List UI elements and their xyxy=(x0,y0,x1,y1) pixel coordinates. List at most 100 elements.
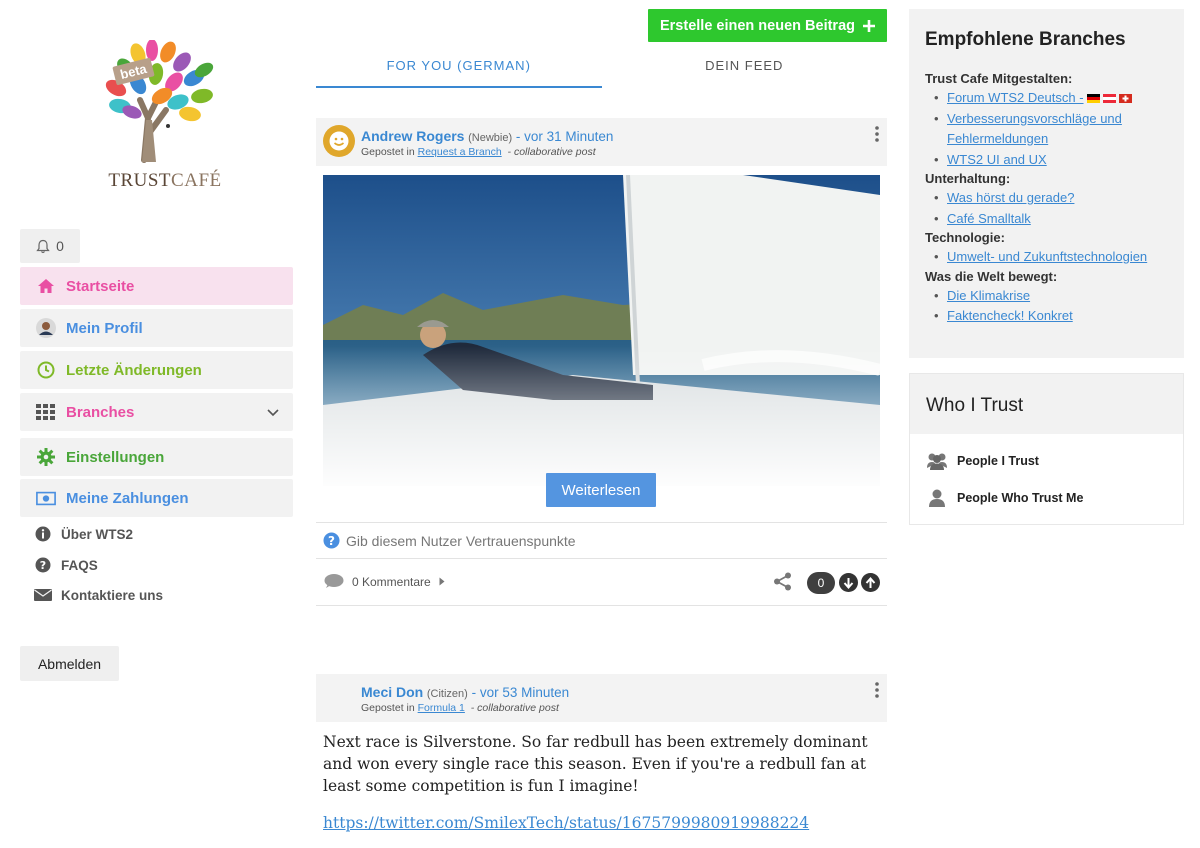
category-heading: Unterhaltung: xyxy=(925,171,1011,186)
posted-in-prefix: Gepostet in xyxy=(361,146,415,158)
branch-link[interactable]: Formula 1 xyxy=(418,702,465,714)
branch-link[interactable]: Was hörst du gerade? xyxy=(947,190,1074,205)
clock-icon xyxy=(36,360,56,380)
austria-flag-icon xyxy=(1102,94,1116,104)
bell-icon xyxy=(36,239,50,253)
separator: - xyxy=(467,685,480,700)
envelope-icon xyxy=(34,586,52,604)
branch-link[interactable]: WTS2 UI and UX xyxy=(947,152,1047,167)
post-header: Andrew Rogers (Newbie) - vor 31 Minuten … xyxy=(316,118,887,166)
branch-link[interactable]: Umwelt- und Zukunftstechnologien xyxy=(947,249,1147,264)
tab-for-you[interactable]: FOR YOU (GERMAN) xyxy=(316,50,602,88)
post-time[interactable]: vor 31 Minuten xyxy=(524,129,613,144)
panel-title: Empfohlene Branches xyxy=(925,29,1126,50)
home-icon xyxy=(36,276,56,296)
trustcafe-logo[interactable]: beta TRUSTCAFÉ xyxy=(86,40,226,191)
post-author[interactable]: Andrew Rogers xyxy=(361,128,464,144)
sidebar-item-settings[interactable]: Einstellungen xyxy=(20,438,293,476)
germany-flag-icon xyxy=(1086,94,1100,104)
sidebar-item-branches[interactable]: Branches xyxy=(20,393,293,431)
info-icon xyxy=(34,525,52,543)
caret-right-icon xyxy=(439,577,445,586)
branch-link[interactable]: Request a Branch xyxy=(418,146,502,158)
avatar-icon xyxy=(36,318,56,338)
read-more-button[interactable]: Weiterlesen xyxy=(546,473,656,507)
list-item: Was hörst du gerade? xyxy=(934,188,1168,209)
vote-score: 0 xyxy=(807,572,835,594)
switzerland-flag-icon xyxy=(1118,94,1132,104)
sidebar-item-label: Meine Zahlungen xyxy=(66,489,189,507)
sidebar-item-profile[interactable]: Mein Profil xyxy=(20,309,293,347)
posted-in: Gepostet in Formula 1 - collaborative po… xyxy=(361,702,559,714)
new-post-label: Erstelle einen neuen Beitrag xyxy=(659,17,855,34)
faqs-link-label: FAQS xyxy=(61,557,98,573)
people-i-trust-link[interactable]: People I Trust xyxy=(926,452,1039,470)
sidebar-item-label: Mein Profil xyxy=(66,319,143,337)
post-author-line: Meci Don (Citizen) - vor 53 Minuten xyxy=(361,684,569,700)
downvote-icon[interactable] xyxy=(839,573,858,592)
list-item: Umwelt- und Zukunftstechnologien xyxy=(934,247,1168,268)
branch-list: Umwelt- und Zukunftstechnologien xyxy=(934,247,1168,268)
question-icon: ? xyxy=(34,556,52,574)
posted-in-prefix: Gepostet in xyxy=(361,702,415,714)
logo-word-cafe: CAFÉ xyxy=(171,170,222,191)
upvote-icon[interactable] xyxy=(861,573,880,592)
logo-word-trust: TRUST xyxy=(108,170,172,191)
post-author-line: Andrew Rogers (Newbie) - vor 31 Minuten xyxy=(361,128,613,144)
share-icon[interactable] xyxy=(773,572,792,596)
author-rank: (Newbie) xyxy=(468,132,513,144)
svg-text:?: ? xyxy=(328,534,335,548)
list-item: Forum WTS2 Deutsch - xyxy=(934,88,1168,109)
more-options-icon[interactable] xyxy=(875,126,879,147)
contact-link-label: Kontaktiere uns xyxy=(61,587,164,603)
feed-tabs: FOR YOU (GERMAN) DEIN FEED xyxy=(316,50,887,88)
avatar[interactable] xyxy=(323,125,355,157)
branch-list: Was hörst du gerade? Café Smalltalk xyxy=(934,188,1168,230)
people-who-trust-me-link[interactable]: People Who Trust Me xyxy=(926,489,1083,507)
contact-link[interactable]: Kontaktiere uns xyxy=(34,586,163,604)
author-rank: (Citizen) xyxy=(426,688,468,700)
who-i-trust-panel: Who I Trust People I Trust People Who Tr… xyxy=(909,373,1184,525)
category-heading: Was die Welt bewegt: xyxy=(925,268,1058,284)
comments-toggle[interactable]: 0 Kommentare xyxy=(323,573,445,590)
give-trust-row[interactable]: ? Gib diesem Nutzer Vertrauenspunkte xyxy=(316,522,887,559)
people-who-trust-me-label: People Who Trust Me xyxy=(957,491,1084,505)
chevron-down-icon[interactable] xyxy=(267,404,279,421)
sailing-photo xyxy=(323,175,880,486)
sidebar-item-recent-changes[interactable]: Letzte Änderungen xyxy=(20,351,293,389)
post-time[interactable]: vor 53 Minuten xyxy=(480,685,569,700)
post-header: Meci Don (Citizen) - vor 53 Minuten Gepo… xyxy=(316,674,887,722)
money-icon xyxy=(36,488,56,508)
branch-link[interactable]: Forum WTS2 Deutsch - xyxy=(947,90,1084,105)
new-post-button[interactable]: Erstelle einen neuen Beitrag xyxy=(648,9,887,42)
sidebar-item-label: Letzte Änderungen xyxy=(66,361,202,379)
tree-logo-icon xyxy=(105,40,214,163)
post-image[interactable] xyxy=(323,175,880,486)
post-body: Next race is Silverstone. So far redbull… xyxy=(323,733,868,795)
post-link[interactable]: https://twitter.com/SmilexTech/status/16… xyxy=(323,814,809,832)
logout-button[interactable]: Abmelden xyxy=(20,646,119,681)
sidebar-item-home[interactable]: Startseite xyxy=(20,267,293,305)
faqs-link[interactable]: ? FAQS xyxy=(34,556,98,574)
svg-text:?: ? xyxy=(40,559,46,572)
branch-link[interactable]: Café Smalltalk xyxy=(947,211,1031,226)
list-item: Faktencheck! Konkret xyxy=(934,306,1168,327)
branch-link[interactable]: Die Klimakrise xyxy=(947,288,1030,303)
question-circle-icon: ? xyxy=(323,532,340,549)
post-author[interactable]: Meci Don xyxy=(361,684,423,700)
more-options-icon[interactable] xyxy=(875,682,879,703)
list-item: Die Klimakrise xyxy=(934,286,1168,307)
notifications-button[interactable]: 0 xyxy=(20,229,80,263)
sidebar-item-payments[interactable]: Meine Zahlungen xyxy=(20,479,293,517)
branch-link[interactable]: Verbesserungsvorschläge und Fehlermeldun… xyxy=(947,111,1122,147)
about-link[interactable]: Über WTS2 xyxy=(34,525,133,543)
branch-list: Die Klimakrise Faktencheck! Konkret xyxy=(934,286,1168,327)
branch-link[interactable]: Faktencheck! Konkret xyxy=(947,308,1073,323)
smiley-icon xyxy=(329,131,349,151)
post-kind: - collaborative post xyxy=(470,702,559,714)
separator: - xyxy=(512,129,525,144)
list-item: Café Smalltalk xyxy=(934,209,1168,230)
tab-my-feed[interactable]: DEIN FEED xyxy=(602,50,888,88)
list-item: Verbesserungsvorschläge und Fehlermeldun… xyxy=(934,109,1168,150)
grid-icon xyxy=(36,402,56,422)
